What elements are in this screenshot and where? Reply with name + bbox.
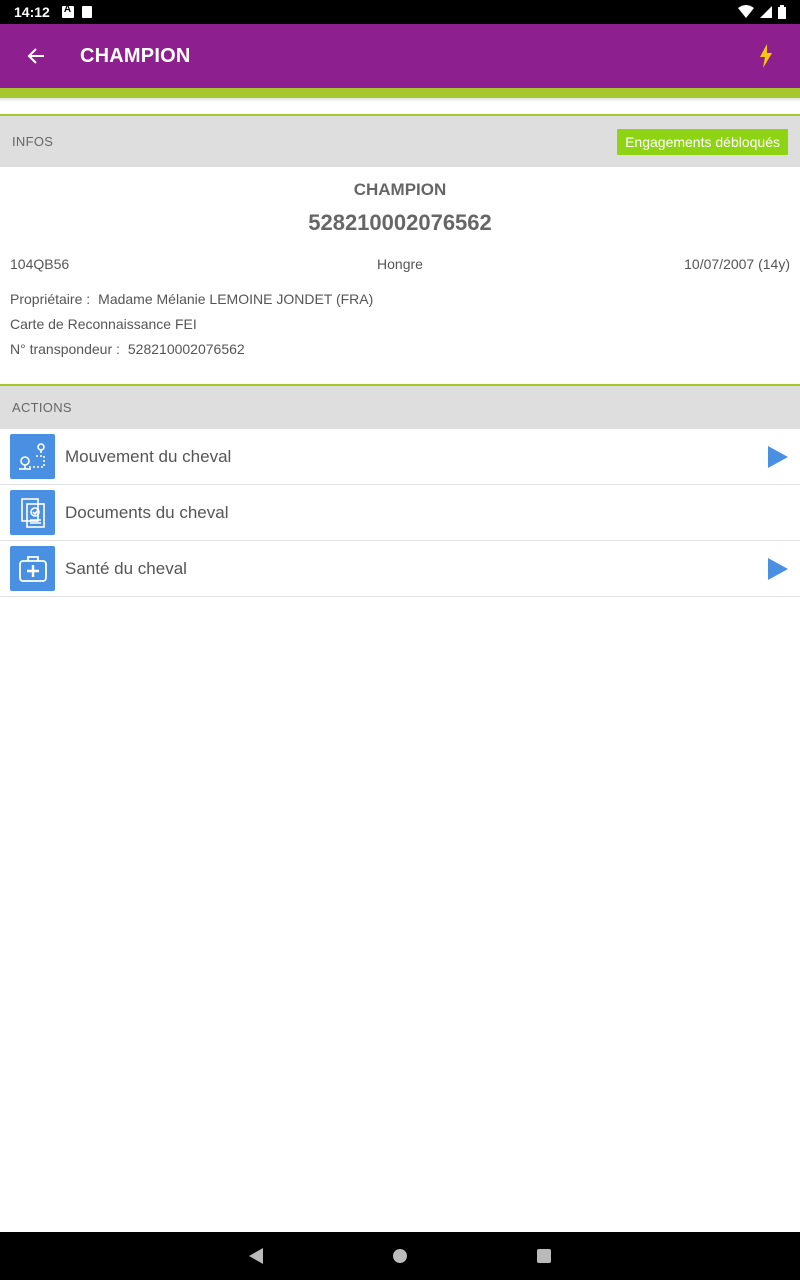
transponder-label: N° transpondeur :: [10, 341, 120, 357]
horse-sex: Hongre: [377, 256, 423, 272]
engagements-badge: Engagements débloqués: [617, 128, 788, 155]
accent-shadow: [0, 98, 800, 102]
action-movement[interactable]: Mouvement du cheval: [0, 429, 800, 485]
actions-section-header: ACTIONS: [0, 384, 800, 429]
play-arrow-icon[interactable]: [768, 558, 788, 580]
action-health[interactable]: Santé du cheval: [0, 541, 800, 597]
battery-icon: [778, 5, 786, 19]
status-bar: 14:12: [0, 0, 800, 24]
system-nav-bar: [0, 1232, 800, 1280]
owner-line: Propriétaire : Madame Mélanie LEMOINE JON…: [10, 291, 373, 307]
nav-back-icon[interactable]: [249, 1248, 263, 1264]
infos-header-label: INFOS: [12, 134, 54, 149]
notification-a-icon: [61, 4, 74, 18]
action-health-label: Santé du cheval: [65, 558, 187, 578]
action-movement-label: Mouvement du cheval: [65, 446, 232, 466]
play-arrow-icon[interactable]: [768, 446, 788, 468]
medical-kit-icon: [10, 546, 55, 591]
transponder-line: N° transpondeur : 528210002076562: [10, 341, 245, 357]
page-title: CHAMPION: [80, 44, 191, 67]
owner-value: Madame Mélanie LEMOINE JONDET (FRA): [98, 291, 374, 307]
horse-name: CHAMPION: [353, 180, 447, 199]
horse-birth-date: 10/07/2007 (14y): [684, 256, 790, 272]
map-route-icon: [10, 434, 55, 479]
owner-label: Propriétaire :: [10, 291, 91, 307]
infos-section-header: INFOS Engagements débloqués: [0, 114, 800, 167]
wifi-icon: [738, 5, 754, 18]
horse-id: 528210002076562: [308, 210, 492, 235]
nav-recents-icon[interactable]: [537, 1249, 551, 1263]
app-bar: CHAMPION: [0, 24, 800, 88]
action-documents[interactable]: Documents du cheval: [0, 485, 800, 541]
status-right: [738, 5, 786, 19]
signal-icon: [760, 6, 772, 18]
action-documents-label: Documents du cheval: [65, 502, 229, 522]
quick-action-button[interactable]: [748, 38, 784, 74]
nav-home-icon[interactable]: [393, 1249, 407, 1263]
fei-card: Carte de Reconnaissance FEI: [10, 316, 197, 332]
back-button[interactable]: [0, 24, 72, 88]
arrow-left-icon: [27, 48, 44, 64]
horse-meta-row: 104QB56 Hongre 10/07/2007 (14y): [10, 256, 790, 274]
sd-card-icon: [81, 6, 92, 18]
transponder-value: 528210002076562: [127, 341, 245, 357]
accent-strip: [0, 88, 800, 98]
actions-header-label: ACTIONS: [12, 400, 72, 415]
documents-icon: [10, 490, 55, 535]
lightning-bolt-icon: [760, 44, 772, 68]
status-time: 14:12: [14, 4, 50, 20]
